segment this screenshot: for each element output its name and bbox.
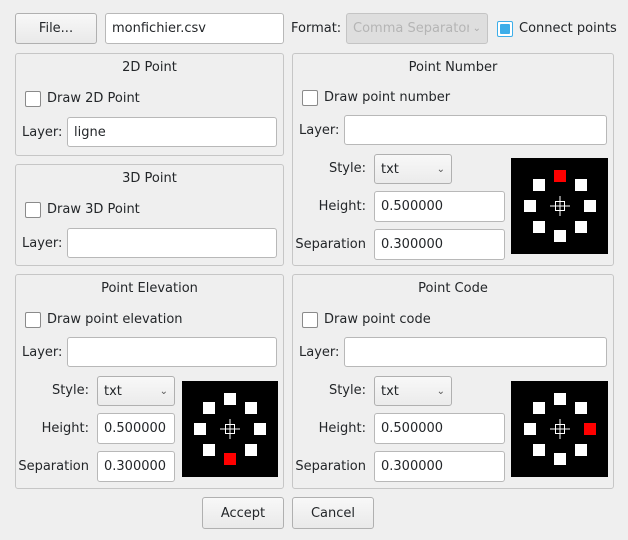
height-label: Height:: [318, 199, 366, 214]
layer-3d-input[interactable]: [67, 228, 277, 258]
draw-3d-point-checkbox[interactable]: [25, 202, 41, 218]
draw-2d-point-checkbox[interactable]: [25, 91, 41, 107]
layer-point-number-input[interactable]: [344, 115, 607, 145]
layer-label: Layer:: [22, 236, 63, 251]
preview-point-top-left: [203, 402, 215, 414]
separation-point-number-input[interactable]: 0.300000: [374, 229, 505, 260]
preview-point-top-right: [574, 402, 587, 414]
point-number-preview: [511, 158, 608, 254]
preview-point-left: [194, 423, 206, 435]
draw-3d-point-label: Draw 3D Point: [47, 202, 140, 217]
preview-point-top: [553, 393, 566, 405]
point-elevation-title: Point Elevation: [101, 281, 198, 296]
separation-point-code-input[interactable]: 0.300000: [374, 451, 505, 482]
preview-point-bottom: [224, 453, 236, 465]
point-elevation-group: Point Elevation Draw point elevation Lay…: [15, 274, 284, 489]
crosshair-icon: [549, 419, 570, 439]
layer-label: Layer:: [22, 345, 63, 360]
format-label: Format:: [291, 21, 342, 36]
preview-point-left: [523, 200, 536, 212]
filename-input[interactable]: monfichier.csv: [105, 13, 284, 44]
preview-point-right: [583, 423, 596, 435]
style-label: Style:: [328, 161, 366, 176]
preview-point-top-right: [574, 179, 587, 191]
style-label: Style:: [51, 383, 89, 398]
point-2d-title: 2D Point: [122, 60, 177, 75]
draw-point-code-checkbox[interactable]: [302, 312, 318, 328]
separation-label: Separation: [295, 237, 366, 252]
preview-point-bottom-left: [203, 444, 215, 456]
layer-label: Layer:: [22, 125, 63, 140]
cancel-button[interactable]: Cancel: [292, 497, 374, 529]
style-point-code-combo[interactable]: txt ⌄: [374, 376, 452, 406]
format-combo[interactable]: Comma Separator ⌄: [346, 13, 488, 44]
file-button[interactable]: File...: [15, 13, 97, 44]
point-3d-title: 3D Point: [122, 171, 177, 186]
separation-label: Separation: [18, 459, 89, 474]
preview-point-top-left: [532, 402, 545, 414]
preview-point-bottom: [553, 453, 566, 465]
preview-point-bottom: [553, 230, 566, 242]
layer-point-elevation-input[interactable]: [67, 337, 277, 367]
separation-label: Separation: [295, 459, 366, 474]
preview-point-bottom-right: [574, 444, 587, 456]
height-label: Height:: [318, 421, 366, 436]
preview-point-top-left: [532, 179, 545, 191]
draw-point-number-checkbox[interactable]: [302, 90, 318, 106]
draw-point-number-label: Draw point number: [324, 90, 451, 105]
point-code-group: Point Code Draw point code Layer: Style:…: [292, 274, 614, 489]
preview-point-bottom-right: [574, 221, 587, 233]
crosshair-icon: [549, 196, 570, 216]
point-code-title: Point Code: [418, 281, 488, 296]
point-code-preview: [511, 381, 608, 477]
crosshair-icon: [220, 419, 240, 439]
connect-points-label: Connect points: [519, 21, 617, 36]
preview-point-bottom-left: [532, 444, 545, 456]
style-combo-value: txt: [104, 383, 122, 399]
chevron-down-icon: ⌄: [436, 385, 445, 397]
chevron-down-icon: ⌄: [436, 163, 445, 175]
draw-2d-point-label: Draw 2D Point: [47, 91, 140, 106]
point-2d-group: 2D Point Draw 2D Point Layer: ligne: [15, 53, 284, 156]
preview-point-left: [523, 423, 536, 435]
style-combo-value: txt: [381, 383, 399, 399]
height-label: Height:: [41, 421, 89, 436]
layer-label: Layer:: [299, 123, 340, 138]
separation-point-elevation-input[interactable]: 0.300000: [97, 451, 175, 482]
style-point-elevation-combo[interactable]: txt ⌄: [97, 376, 175, 406]
point-3d-group: 3D Point Draw 3D Point Layer:: [15, 164, 284, 266]
height-point-elevation-input[interactable]: 0.500000: [97, 413, 175, 444]
preview-point-bottom-left: [532, 221, 545, 233]
chevron-down-icon: ⌄: [472, 23, 481, 34]
layer-2d-input[interactable]: ligne: [67, 117, 277, 147]
style-label: Style:: [328, 383, 366, 398]
preview-point-top-right: [245, 402, 257, 414]
point-number-group: Point Number Draw point number Layer: St…: [292, 53, 614, 266]
layer-point-code-input[interactable]: [344, 337, 607, 367]
layer-label: Layer:: [299, 345, 340, 360]
point-number-title: Point Number: [408, 60, 498, 75]
preview-point-bottom-right: [245, 444, 257, 456]
height-point-number-input[interactable]: 0.500000: [374, 191, 505, 222]
draw-point-code-label: Draw point code: [324, 312, 431, 327]
chevron-down-icon: ⌄: [159, 385, 168, 397]
draw-point-elevation-label: Draw point elevation: [47, 312, 183, 327]
format-combo-value: Comma Separator: [353, 21, 469, 36]
connect-points-checkbox[interactable]: [497, 21, 513, 37]
height-point-code-input[interactable]: 0.500000: [374, 413, 505, 444]
accept-button[interactable]: Accept: [202, 497, 284, 529]
style-combo-value: txt: [381, 161, 399, 177]
preview-point-top: [553, 170, 566, 182]
style-point-number-combo[interactable]: txt ⌄: [374, 154, 452, 184]
preview-point-right: [254, 423, 266, 435]
preview-point-right: [583, 200, 596, 212]
point-elevation-preview: [182, 381, 278, 477]
preview-point-top: [224, 393, 236, 405]
draw-point-elevation-checkbox[interactable]: [25, 312, 41, 328]
